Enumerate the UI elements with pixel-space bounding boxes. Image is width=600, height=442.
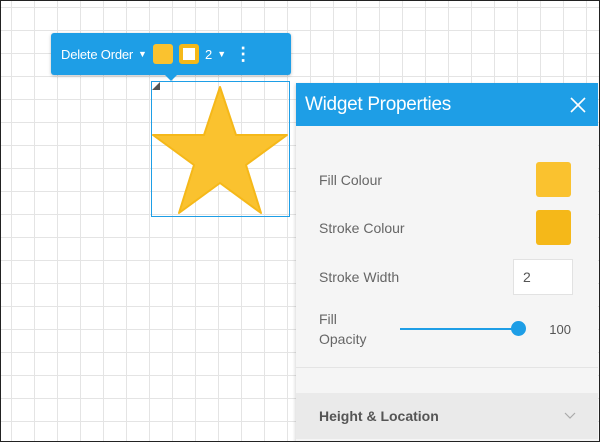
- stroke-width-label: Stroke Width: [319, 269, 400, 285]
- fill-colour-label: Fill Colour: [319, 171, 383, 188]
- action-dropdown[interactable]: Delete Order ▼: [61, 47, 147, 62]
- stroke-colour-label: Stroke Colour: [319, 219, 405, 236]
- close-icon: [570, 96, 586, 113]
- fill-opacity-label-line1: Fill: [319, 311, 337, 327]
- chevron-down-icon: [564, 412, 576, 420]
- star-icon: [152, 86, 288, 214]
- slider-track: [400, 328, 518, 330]
- widget-toolbar: Delete Order ▼ 2 ▼ ⋮: [51, 33, 291, 81]
- resize-handle-icon[interactable]: [152, 82, 160, 90]
- stroke-width-dropdown[interactable]: 2 ▼: [205, 47, 226, 62]
- fill-opacity-row: Fill Opacity 100: [319, 309, 571, 349]
- caret-down-icon: ▼: [138, 49, 147, 59]
- stroke-width-label: 2: [204, 46, 213, 62]
- divider: [296, 367, 598, 368]
- fill-color-swatch[interactable]: [152, 44, 173, 64]
- widget-properties-panel: Widget Properties Fill Colour Stroke Col…: [296, 83, 598, 441]
- panel-title: Widget Properties: [305, 93, 451, 115]
- stroke-color-swatch[interactable]: [178, 44, 199, 64]
- caret-down-icon: ▼: [217, 49, 227, 59]
- fill-colour-swatch[interactable]: [536, 162, 571, 197]
- fill-opacity-slider[interactable]: [400, 319, 526, 339]
- stroke-width-row: Stroke Width: [319, 259, 573, 295]
- more-options-icon[interactable]: ⋮: [234, 45, 252, 63]
- section-label: Height & Location: [319, 408, 439, 424]
- slider-thumb[interactable]: [511, 321, 526, 336]
- close-button[interactable]: [558, 83, 598, 126]
- height-location-section[interactable]: Height & Location: [296, 393, 598, 439]
- fill-colour-row: Fill Colour: [319, 162, 571, 197]
- action-dropdown-label: Delete Order: [61, 46, 134, 62]
- star-widget[interactable]: [151, 81, 290, 217]
- fill-opacity-label-line2: Opacity: [319, 331, 367, 347]
- stroke-colour-row: Stroke Colour: [319, 210, 571, 245]
- panel-header: Widget Properties: [296, 83, 598, 126]
- stroke-colour-swatch[interactable]: [536, 210, 571, 245]
- fill-opacity-label: Fill Opacity: [319, 309, 389, 349]
- grid-canvas[interactable]: Delete Order ▼ 2 ▼ ⋮ Widget Properties F…: [0, 0, 600, 442]
- fill-opacity-value: 100: [549, 321, 571, 337]
- stroke-width-input[interactable]: [513, 259, 573, 295]
